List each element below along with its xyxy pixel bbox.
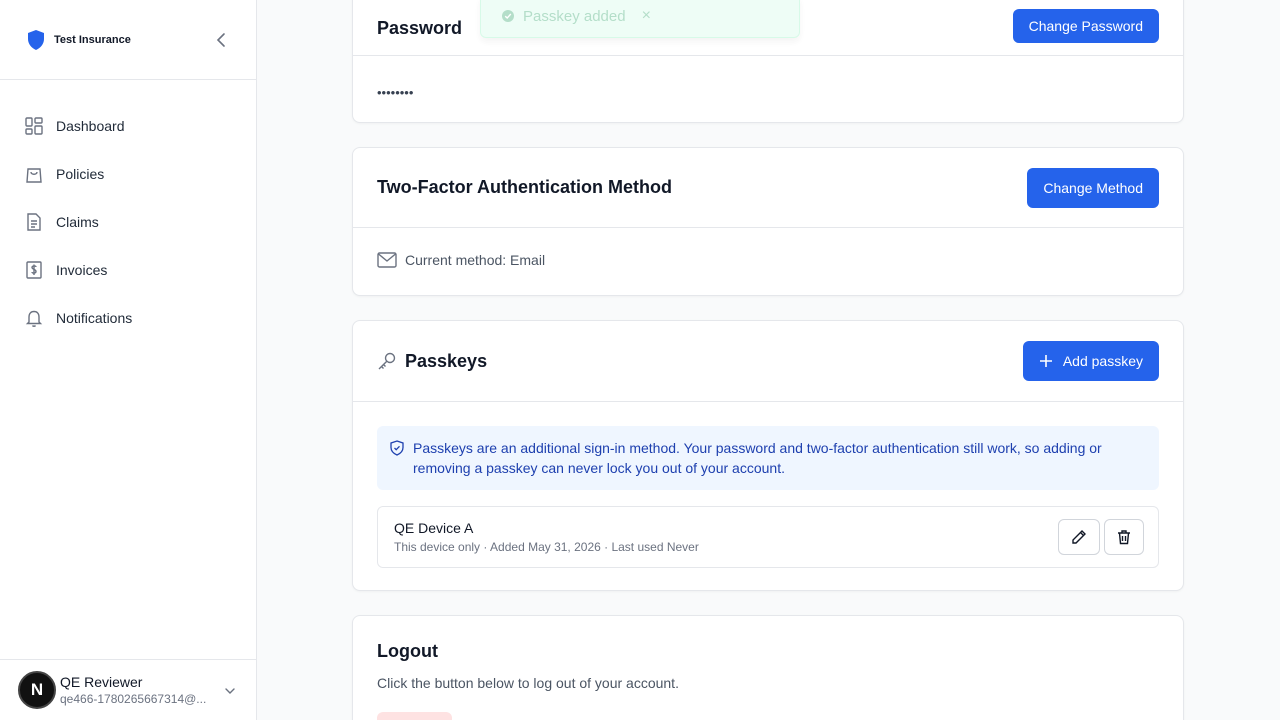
toast-close-button[interactable]: × — [642, 7, 651, 25]
password-title: Password — [377, 17, 463, 38]
user-name: QE Reviewer — [60, 674, 143, 690]
user-email: qe466-1780265667314@... — [60, 692, 207, 706]
passkey-name: QE Device A — [394, 520, 474, 536]
logout-card: Logout Click the button below to log out… — [352, 615, 1184, 720]
rename-passkey-button[interactable] — [1058, 519, 1100, 555]
change-password-button[interactable]: Change Password — [1012, 9, 1159, 43]
current-method: Current method: Email — [405, 252, 546, 268]
change-method-button[interactable]: Change Method — [1027, 167, 1159, 208]
dashboard-icon — [25, 117, 43, 135]
sidebar-item-notifications[interactable]: Notifications — [0, 294, 256, 342]
dollar-receipt-icon — [26, 261, 42, 279]
pencil-icon — [1072, 530, 1086, 544]
two-factor-card: Two-Factor Authentication Method Change … — [352, 147, 1184, 296]
add-passkey-button[interactable]: Add passkey — [1022, 341, 1159, 381]
sidebar-item-label: Invoices — [56, 262, 108, 278]
sidebar-nav: Dashboard Policies Claims Invoices Notif… — [0, 80, 256, 342]
sidebar-item-label: Policies — [56, 166, 105, 182]
passkeys-card: Passkeys Add passkey Passkeys are an add… — [352, 320, 1184, 591]
passkey-meta: This device only · Added May 31, 2026 · … — [394, 540, 699, 554]
logout-button[interactable] — [377, 712, 452, 720]
passkeys-info-banner: Passkeys are an additional sign-in metho… — [377, 426, 1159, 490]
two-factor-title: Two-Factor Authentication Method — [377, 177, 672, 197]
key-icon — [378, 352, 396, 370]
shopping-bag-icon — [26, 168, 42, 183]
delete-passkey-button[interactable] — [1104, 519, 1144, 555]
add-passkey-label: Add passkey — [1062, 353, 1143, 369]
brand-header: Test Insurance — [0, 0, 256, 80]
sidebar-item-label: Dashboard — [56, 118, 125, 134]
passkeys-title: Passkeys — [405, 350, 488, 371]
chevron-down-icon[interactable] — [224, 685, 236, 697]
shield-logo-icon — [28, 29, 44, 50]
avatar: N — [18, 671, 56, 709]
bell-icon — [25, 310, 43, 327]
logout-title: Logout — [377, 641, 438, 661]
plus-icon — [1039, 355, 1052, 367]
shield-check-icon — [390, 440, 404, 456]
toast-message: Passkey added — [523, 7, 626, 25]
trash-icon — [1118, 530, 1130, 545]
passkeys-info-text: Passkeys are an additional sign-in metho… — [413, 440, 1102, 476]
user-menu[interactable]: N QE Reviewer qe466-1780265667314@... — [0, 659, 256, 720]
sidebar-item-dashboard[interactable]: Dashboard — [0, 102, 256, 150]
collapse-sidebar-icon[interactable] — [214, 32, 228, 48]
mail-icon — [377, 252, 397, 268]
brand-name: Test Insurance — [54, 33, 131, 46]
sidebar-item-invoices[interactable]: Invoices — [0, 246, 256, 294]
toast-notification: Passkey added × — [480, 0, 800, 38]
sidebar: Test Insurance Dashboard Policies Claims — [0, 0, 257, 720]
password-value: •••••••• — [377, 85, 414, 100]
sidebar-item-policies[interactable]: Policies — [0, 150, 256, 198]
passkey-item: QE Device A This device only · Added May… — [377, 506, 1159, 568]
check-circle-icon — [502, 10, 514, 22]
sidebar-item-label: Claims — [56, 214, 99, 230]
logout-description: Click the button below to log out of you… — [377, 675, 679, 691]
document-icon — [27, 213, 41, 231]
sidebar-item-claims[interactable]: Claims — [0, 198, 256, 246]
sidebar-item-label: Notifications — [56, 310, 133, 326]
